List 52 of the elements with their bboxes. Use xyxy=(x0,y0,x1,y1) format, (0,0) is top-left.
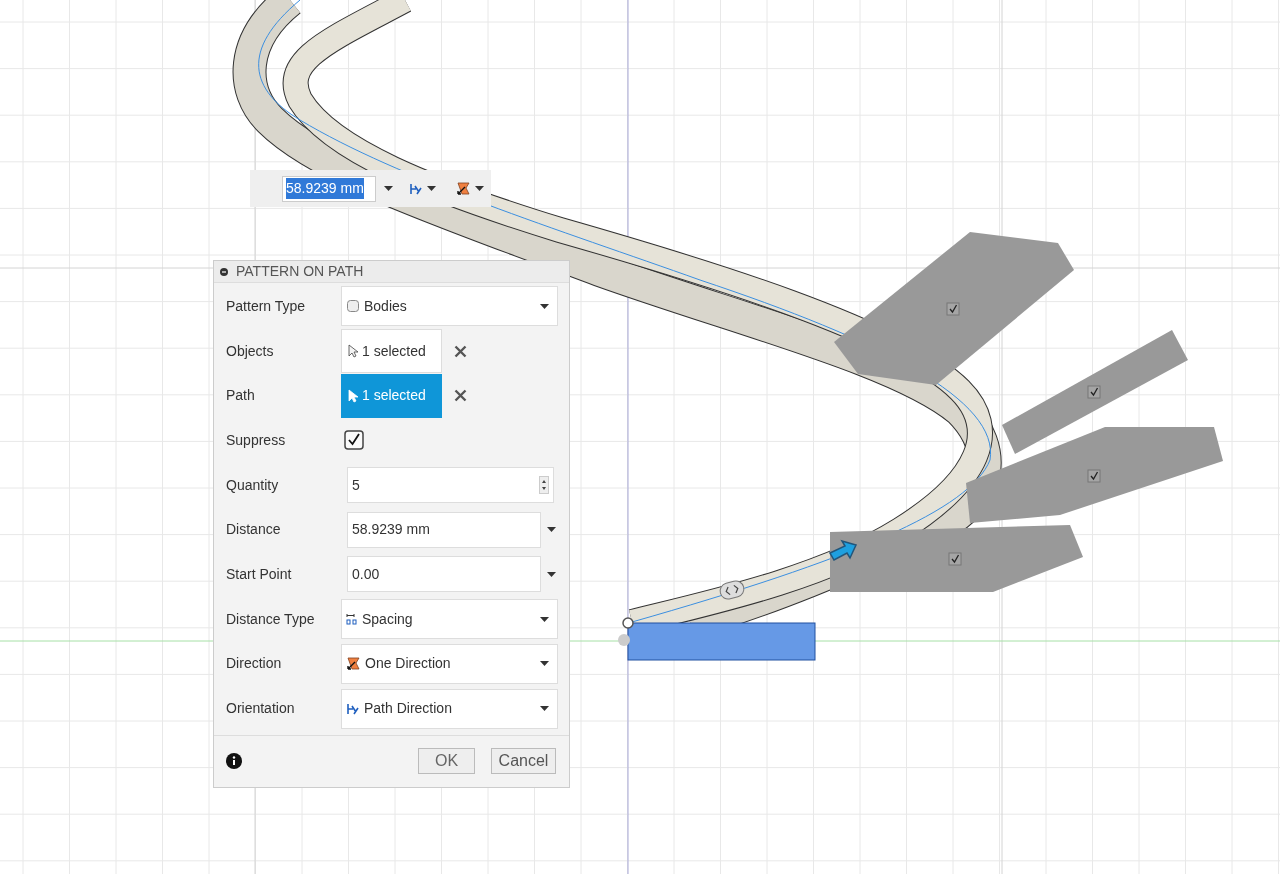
dropdown-select[interactable]: One Direction xyxy=(341,643,558,684)
field-label: Direction xyxy=(225,654,283,674)
value-input[interactable]: 58.9239 mm xyxy=(347,511,541,548)
body-checkbox[interactable] xyxy=(1087,469,1101,483)
cursor-icon xyxy=(348,388,358,403)
distance-input[interactable]: 58.9239 mm xyxy=(282,175,376,202)
caret-icon xyxy=(547,571,556,577)
checkbox[interactable] xyxy=(344,430,364,451)
collapse-icon[interactable] xyxy=(220,267,228,276)
dropdown-select[interactable]: Spacing xyxy=(341,599,558,640)
caret-icon xyxy=(540,661,549,667)
caret-icon xyxy=(475,186,484,191)
body-icon xyxy=(346,299,360,314)
spinner-icon[interactable] xyxy=(539,476,549,495)
field-label: Pattern Type xyxy=(225,296,307,316)
dialog-button[interactable]: OK xyxy=(418,748,475,775)
direction-icon xyxy=(346,656,361,672)
cursor-icon xyxy=(348,344,358,359)
field-label: Path xyxy=(225,386,256,406)
link-handle-icon[interactable] xyxy=(717,578,747,602)
caret-icon xyxy=(540,616,549,622)
orientation-icon xyxy=(409,181,423,196)
field-label: Start Point xyxy=(225,564,293,584)
number-input[interactable]: 5 xyxy=(347,467,554,504)
dropdown-select[interactable]: Path Direction xyxy=(341,688,558,729)
caret-icon xyxy=(427,186,436,191)
selection-button[interactable]: 1 selected xyxy=(341,329,442,374)
body-checkbox[interactable] xyxy=(1087,385,1101,399)
caret-icon xyxy=(540,706,549,712)
clear-icon[interactable] xyxy=(454,389,467,403)
caret-icon xyxy=(384,186,393,191)
path-start-point-icon[interactable] xyxy=(618,617,634,646)
field-label: Orientation xyxy=(225,699,296,719)
field-label: Quantity xyxy=(225,475,280,495)
body-checkbox[interactable] xyxy=(946,302,960,316)
body-checkbox[interactable] xyxy=(948,552,962,566)
value-input[interactable]: 0.00 xyxy=(347,556,541,593)
field-label: Objects xyxy=(225,341,275,361)
direction-icon xyxy=(456,181,471,196)
info-icon[interactable] xyxy=(226,753,242,770)
dropdown-select[interactable]: Bodies xyxy=(341,286,558,327)
field-label: Suppress xyxy=(225,430,287,450)
caret-icon xyxy=(547,527,556,533)
dialog-button[interactable]: Cancel xyxy=(491,748,556,775)
field-label: Distance Type xyxy=(225,609,316,629)
clear-icon[interactable] xyxy=(454,344,467,358)
field-label: Distance xyxy=(225,520,282,540)
caret-icon xyxy=(540,303,549,309)
orientation-icon xyxy=(346,701,360,716)
dialog-title: PATTERN ON PATH xyxy=(236,262,364,281)
direction-arrow-icon[interactable] xyxy=(828,539,858,561)
spacing-icon xyxy=(346,613,358,626)
